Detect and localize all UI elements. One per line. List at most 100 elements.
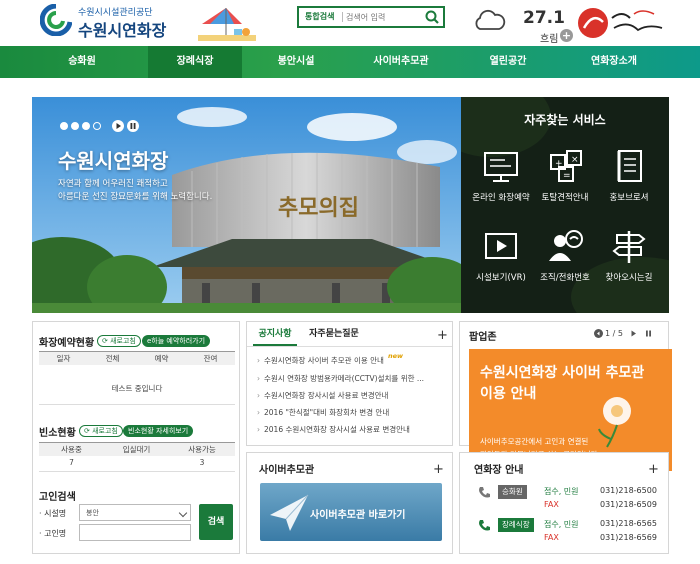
- notice-item[interactable]: 수원시 연화장 방범용카메라(CCTV)설치를 위한 ...: [257, 373, 424, 384]
- contact-title: 연화장 안내: [474, 465, 524, 476]
- slide-dot[interactable]: [93, 122, 101, 130]
- cyber-memorial-panel: 사이버추모관 + 사이버추모관 바로가기: [246, 452, 453, 554]
- cyber-memorial-title: 사이버추모관: [259, 465, 315, 476]
- svg-text:×: ×: [571, 155, 579, 165]
- fax-number: 031)218-6509: [600, 500, 657, 509]
- chevron-down-icon: [178, 508, 188, 518]
- vacancy-refresh-button[interactable]: ⟳ 새로고침: [79, 425, 123, 437]
- cyber-memorial-link-label: 사이버추모관 바로가기: [310, 510, 406, 521]
- hero-banner[interactable]: 추모의집 수원시연화장 자연과 함께 어우러진 쾌적하고 아름다운 선진 장묘문…: [32, 97, 461, 313]
- svg-text:=: =: [563, 171, 571, 181]
- city-logo[interactable]: [576, 4, 668, 42]
- prev-icon[interactable]: [594, 329, 603, 338]
- search-input[interactable]: [346, 10, 422, 24]
- cremation-refresh-button[interactable]: ⟳ 새로고침: [97, 335, 141, 347]
- notices-more-icon[interactable]: +: [437, 329, 448, 342]
- facility-select[interactable]: 봉안: [79, 504, 191, 521]
- deceased-name-input[interactable]: [79, 524, 191, 541]
- column-header: 일자: [56, 354, 71, 363]
- phone-icon: [479, 520, 490, 531]
- reception-label: 접수, 민원: [544, 487, 579, 496]
- refresh-label: 새로고침: [92, 427, 118, 435]
- facility-label: · 시설명: [39, 509, 67, 518]
- nav-item-funeral-hall[interactable]: 장례식장: [148, 46, 242, 78]
- cremation-table-header: 일자 전체 예약 잔여: [39, 351, 235, 365]
- quick-service-organization[interactable]: 조직/전화번호: [530, 227, 600, 297]
- ehaneul-reserve-button[interactable]: e하늘 예약하러가기: [142, 335, 211, 347]
- quick-service-online-reservation[interactable]: 온라인 화장예약: [466, 147, 536, 217]
- tab-faq[interactable]: 자주묻는질문: [299, 322, 369, 346]
- person-phone-icon: [549, 230, 583, 261]
- column-header: 사용가능: [188, 445, 216, 454]
- paper-plane-icon: [270, 494, 309, 531]
- column-header: 사용중: [61, 445, 82, 454]
- search-label: 통합검색: [305, 12, 335, 21]
- vacancy-table-header: 사용중 입실대기 사용가능: [39, 442, 235, 456]
- notice-item[interactable]: 2016 수원시연화장 장사시설 사용료 변경안내: [257, 424, 410, 435]
- temperature: 27.1: [523, 8, 565, 28]
- column-header: 잔여: [203, 354, 218, 363]
- nav-item-open-space[interactable]: 열린공간: [470, 46, 546, 78]
- next-icon[interactable]: [629, 329, 638, 338]
- site-logo[interactable]: 수원시시설관리공단 수원시연화장: [40, 4, 190, 40]
- popup-banner-title-line2: 이용 안내: [480, 386, 537, 402]
- pause-icon[interactable]: [644, 329, 653, 338]
- nav-item-columbarium[interactable]: 봉안시설: [256, 46, 336, 78]
- refresh-label: 새로고침: [110, 337, 136, 345]
- play-icon: [485, 233, 517, 259]
- nav-item-crematorium[interactable]: 승화원: [42, 46, 122, 78]
- search-divider: [342, 12, 343, 22]
- hero-title: 수원시연화장: [58, 149, 169, 173]
- quick-service-brochure[interactable]: 홍보브로셔: [594, 147, 664, 217]
- signpost-icon: [612, 231, 646, 263]
- cremation-empty-message: 테스트 중입니다: [111, 384, 163, 393]
- quick-service-label: 온라인 화장예약: [472, 193, 530, 203]
- svg-text:+: +: [555, 159, 563, 169]
- phone-icon: [479, 487, 490, 498]
- deceased-search-title: 고인검색: [39, 492, 76, 503]
- popup-zone-panel: 팝업존 1 / 5 수원시연화장 사이버 추모관 이용 안내 사이버추모공간에서…: [459, 321, 672, 471]
- quick-service-label: 시설보기(VR): [476, 273, 526, 283]
- divider: [39, 471, 235, 472]
- vacancy-detail-button[interactable]: 빈소현황 자세히보기: [123, 425, 194, 437]
- beach-illustration-icon: [198, 8, 256, 41]
- weather-more-icon[interactable]: +: [560, 29, 573, 42]
- notices-panel: 공지사항 자주묻는질문 + 수원시연화장 사이버 추모관 이용 안내 new 수…: [246, 321, 453, 446]
- cloud-icon: [475, 9, 506, 30]
- nav-item-about[interactable]: 연화장소개: [574, 46, 654, 78]
- weather-condition: 흐림: [540, 34, 559, 45]
- cyber-more-icon[interactable]: +: [433, 463, 444, 476]
- tab-divider: [247, 346, 452, 347]
- notice-item[interactable]: 수원시연화장 사이버 추모관 이용 안내: [257, 355, 384, 366]
- quick-service-vr[interactable]: 시설보기(VR): [466, 227, 536, 297]
- slide-dot[interactable]: [60, 122, 68, 130]
- calculator-icon: + × =: [550, 150, 582, 182]
- nav-item-cyber-memorial[interactable]: 사이버추모관: [360, 46, 442, 78]
- reception-label: 접수, 민원: [544, 520, 579, 529]
- contact-tag: 승화원: [498, 485, 527, 499]
- quick-services-title: 자주찾는 서비스: [524, 113, 606, 127]
- deceased-search-button[interactable]: 검색: [199, 504, 233, 540]
- search-icon[interactable]: [424, 9, 440, 25]
- tab-notices[interactable]: 공지사항: [253, 322, 297, 346]
- main-nav: 승화원 장례식장 봉안시설 사이버추모관 열린공간 연화장소개: [0, 46, 700, 78]
- contact-more-icon[interactable]: +: [648, 463, 659, 476]
- pause-icon[interactable]: [127, 120, 139, 132]
- brochure-icon: [617, 150, 642, 182]
- column-header: 입실대기: [122, 445, 151, 454]
- contact-row-funeral-hall: 장례식장 접수, 민원 031)218-6565 FAX 031)218-656…: [476, 516, 666, 546]
- slide-dot[interactable]: [71, 122, 79, 130]
- contact-tag: 장례식장: [498, 518, 534, 532]
- play-icon[interactable]: [112, 120, 124, 132]
- slide-dot[interactable]: [82, 122, 90, 130]
- quick-service-total-estimate[interactable]: + × = 토탈견적안내: [530, 147, 600, 217]
- column-header: 예약: [154, 354, 169, 363]
- hero-description-line2: 아름다운 선진 장묘문화를 위해 노력합니다.: [58, 192, 213, 202]
- quick-service-directions[interactable]: 찾아오시는길: [594, 227, 664, 297]
- quick-service-label: 조직/전화번호: [540, 273, 590, 283]
- vacancy-in-use-value: 7: [69, 458, 74, 467]
- popup-pager: 1 / 5: [605, 329, 623, 338]
- notice-item[interactable]: 2016 "한식절"대비 화장회차 변경 안내: [257, 407, 389, 418]
- cyber-memorial-link[interactable]: 사이버추모관 바로가기: [260, 483, 442, 541]
- notice-item[interactable]: 수원시연화장 장사시설 사용료 변경안내: [257, 390, 388, 401]
